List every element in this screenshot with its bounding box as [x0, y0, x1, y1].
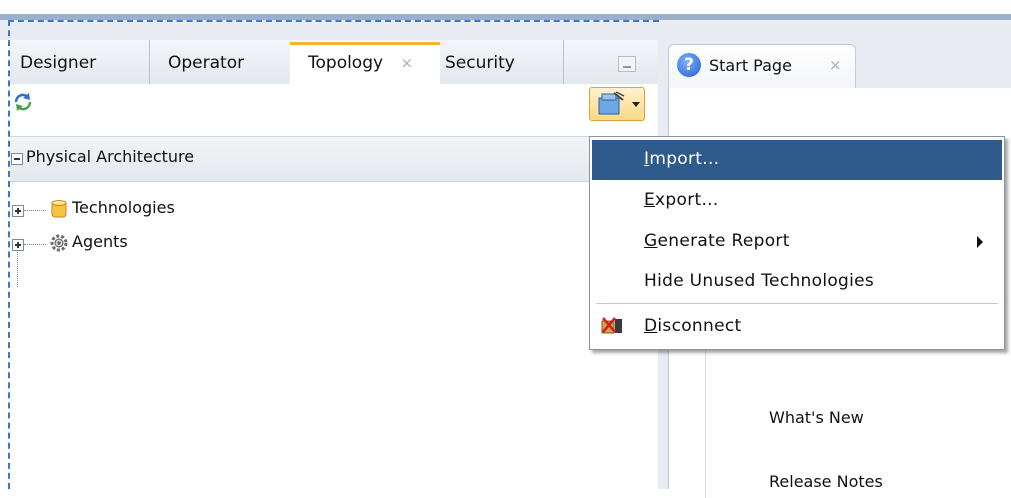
navigator-toolbar	[10, 84, 658, 121]
menu-item-label: Import...	[644, 149, 720, 169]
tab-security-label: Security	[445, 53, 515, 73]
menu-separator	[596, 303, 998, 304]
tab-designer-label: Designer	[20, 53, 97, 73]
tree-item-label: Technologies	[72, 198, 175, 217]
menu-item-disconnect[interactable]: Disconnect	[592, 307, 1002, 347]
gear-icon	[50, 234, 68, 252]
navigator-tabstrip: Designer Operator Topology × Security	[10, 40, 658, 85]
chevron-right-icon	[977, 236, 983, 248]
tab-topology[interactable]: Topology ×	[308, 40, 438, 84]
tab-operator-label: Operator	[168, 53, 245, 73]
expand-icon[interactable]	[12, 239, 24, 251]
menu-item-export[interactable]: Export...	[592, 181, 1002, 221]
menu-item-hide-unused-technologies[interactable]: Hide Unused Technologies	[592, 262, 1002, 302]
menu-item-label: Generate Report	[644, 231, 790, 251]
help-icon: ?	[677, 53, 701, 77]
tab-topology-label: Topology	[308, 53, 384, 73]
physical-architecture-header[interactable]: Physical Architecture	[10, 136, 658, 182]
whats-new-link[interactable]: What's New	[769, 408, 864, 427]
tab-security[interactable]: Security	[445, 40, 564, 84]
close-icon[interactable]: ×	[829, 56, 842, 74]
section-title: Physical Architecture	[26, 147, 195, 166]
tab-operator[interactable]: Operator	[168, 40, 278, 84]
tree-item-technologies[interactable]: Technologies	[10, 196, 310, 224]
menu-item-label: Export...	[644, 190, 719, 210]
tree-item-label: Agents	[72, 232, 128, 251]
menu-item-label: Hide Unused Technologies	[644, 271, 875, 291]
tab-start-page-label: Start Page	[709, 56, 792, 75]
connect-navigator-icon	[598, 91, 625, 115]
release-notes-link[interactable]: Release Notes	[769, 472, 883, 491]
tree-item-agents[interactable]: Agents	[10, 230, 310, 258]
menu-item-label: Disconnect	[644, 316, 742, 336]
tab-start-page[interactable]: ? Start Page ×	[668, 44, 856, 88]
menu-item-generate-report[interactable]: Generate Report	[592, 222, 1002, 262]
disconnect-icon	[601, 317, 622, 334]
close-icon[interactable]: ×	[400, 54, 413, 72]
chevron-down-icon	[632, 102, 640, 107]
focus-border-top	[8, 20, 659, 22]
connect-navigator-dropdown[interactable]	[589, 87, 645, 121]
menu-item-import[interactable]: Import...	[592, 140, 1002, 180]
editor-tabstrip: ? Start Page ×	[668, 40, 1011, 88]
expand-icon[interactable]	[12, 205, 24, 217]
collapse-icon[interactable]	[11, 153, 23, 165]
navigator-panel: Designer Operator Topology × Security Ph…	[10, 40, 658, 489]
database-icon	[51, 200, 67, 218]
refresh-icon[interactable]	[12, 91, 34, 113]
minimize-icon[interactable]	[618, 56, 636, 72]
tab-designer[interactable]: Designer	[10, 40, 150, 84]
connect-context-menu: Import... Export... Generate Report Hide…	[589, 136, 1005, 350]
